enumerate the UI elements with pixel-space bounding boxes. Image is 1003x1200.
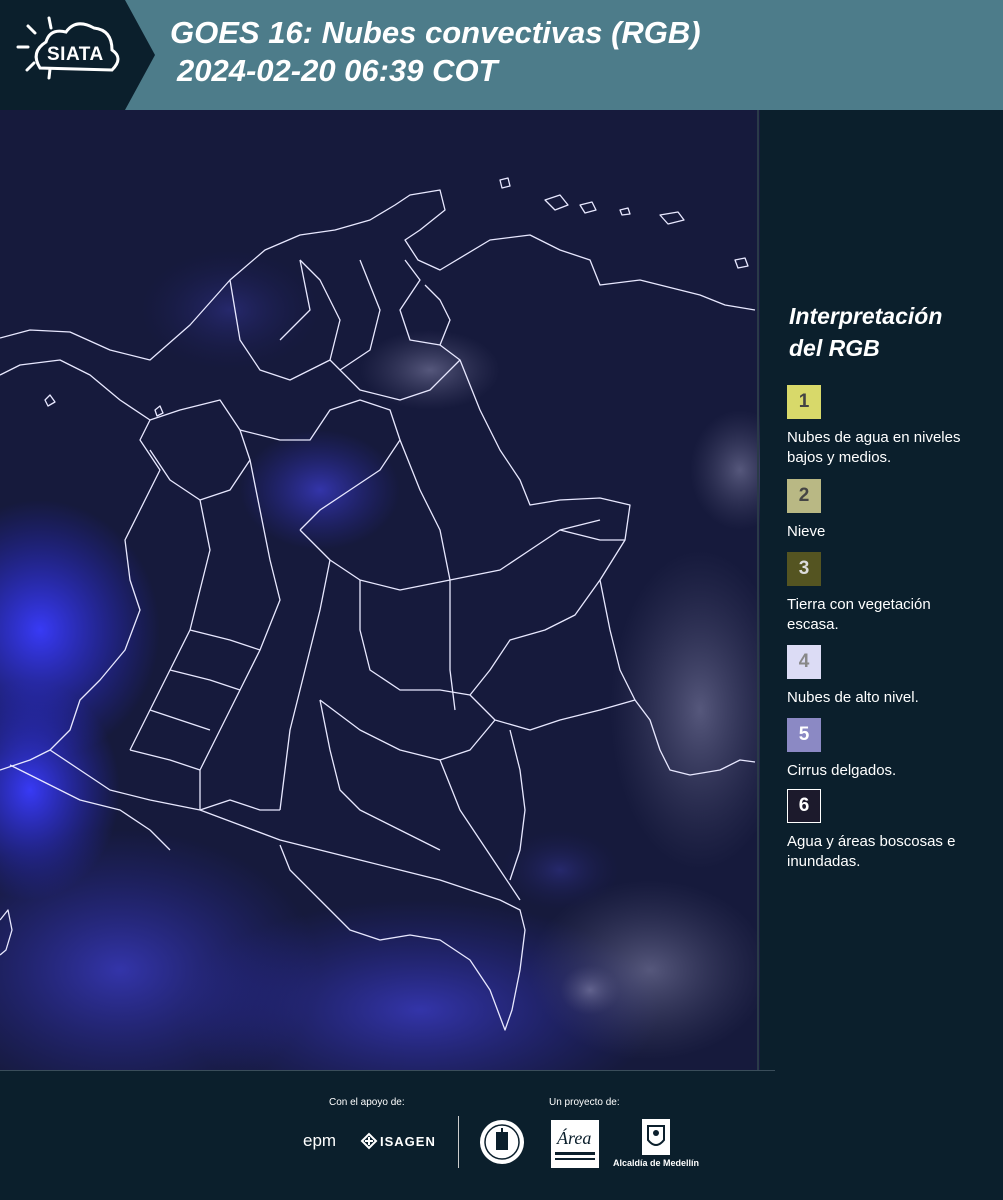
legend-swatch-5: 5 — [787, 718, 821, 752]
legend-label-3: Tierra con vegetación escasa. — [787, 596, 931, 633]
legend-label-1: Nubes de agua en niveles bajos y medios. — [787, 429, 961, 466]
legend-swatch-4: 4 — [787, 645, 821, 679]
legend-item-1: 1 Nubes de agua en niveles bajos y medio… — [787, 385, 977, 468]
header-bar: SIATA GOES 16: Nubes convectivas (RGB) 2… — [0, 0, 1003, 110]
legend-label-5: Cirrus delgados. — [787, 762, 897, 779]
legend-title: Interpretación del RGB — [789, 300, 942, 364]
project-label: Un proyecto de: — [549, 1097, 620, 1108]
legend-item-2: 2 Nieve — [787, 479, 977, 542]
legend-swatch-3: 3 — [787, 552, 821, 586]
footer: Con el apoyo de: Un proyecto de: epm ISA… — [0, 1070, 1003, 1200]
footer-divider — [458, 1116, 459, 1168]
title-line-1: GOES 16: Nubes convectivas (RGB) — [170, 15, 701, 50]
legend-swatch-2: 2 — [787, 479, 821, 513]
legend-title-line-2: del RGB — [789, 335, 880, 361]
legend-label-6: Agua y áreas boscosas e inundadas. — [787, 833, 956, 870]
title-line-2: 2024-02-20 06:39 COT — [177, 53, 498, 88]
area-metropolitana-logo: Área — [551, 1120, 599, 1168]
isagen-logo-icon — [360, 1132, 378, 1150]
legend-item-4: 4 Nubes de alto nivel. — [787, 645, 977, 708]
medellin-seal-logo — [480, 1120, 524, 1164]
area-metropolitana-logo-text: Área — [557, 1128, 592, 1148]
legend-label-2: Nieve — [787, 523, 826, 540]
alcaldia-shield-logo — [642, 1119, 670, 1155]
legend-item-6: 6 Agua y áreas boscosas e inundadas. — [787, 789, 977, 872]
legend-title-line-1: Interpretación — [789, 303, 943, 329]
satellite-map[interactable] — [0, 110, 760, 1070]
support-label: Con el apoyo de: — [329, 1097, 405, 1108]
legend-swatch-6: 6 — [787, 789, 821, 823]
legend-item-3: 3 Tierra con vegetación escasa. — [787, 552, 977, 635]
page-title: GOES 16: Nubes convectivas (RGB) 2024-02… — [170, 14, 701, 90]
legend-item-5: 5 Cirrus delgados. — [787, 718, 977, 781]
legend-swatch-1: 1 — [787, 385, 821, 419]
siata-logo-text: SIATA — [47, 44, 104, 65]
isagen-logo: ISAGEN — [380, 1134, 436, 1149]
siata-logo: SIATA — [0, 0, 155, 110]
epm-logo: epm — [303, 1131, 337, 1150]
legend-label-4: Nubes de alto nivel. — [787, 689, 919, 706]
alcaldia-label: Alcaldía de Medellín — [613, 1158, 700, 1168]
footer-top-line — [0, 1070, 775, 1071]
